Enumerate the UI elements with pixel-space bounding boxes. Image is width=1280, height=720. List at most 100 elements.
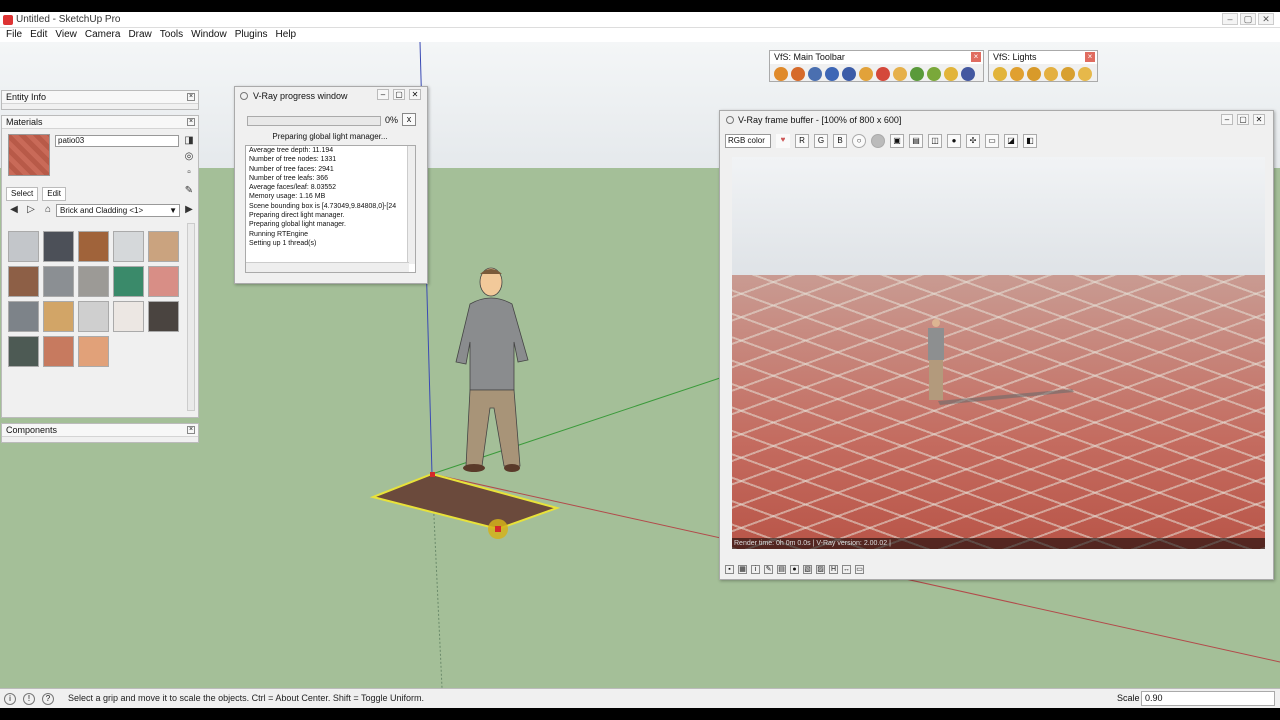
menu-edit[interactable]: Edit [28, 28, 53, 42]
frame-buffer-tool-icon[interactable]: ▤ [777, 565, 786, 574]
components-header[interactable]: Components × [2, 424, 198, 437]
material-swatch[interactable] [43, 336, 74, 367]
menu-file[interactable]: File [4, 28, 28, 42]
frame-buffer-tool-icon[interactable]: ✎ [764, 565, 773, 574]
vfs-toolbar-icon[interactable] [944, 67, 958, 81]
frame-buffer-titlebar[interactable]: V-Ray frame buffer - [100% of 800 x 600]… [720, 111, 1273, 129]
load-image-icon[interactable]: ▤ [909, 134, 923, 148]
help-icon[interactable]: ? [42, 693, 54, 705]
vfs-light-icon[interactable] [1061, 67, 1075, 81]
alpha-channel-icon[interactable]: ○ [852, 134, 866, 148]
menu-window[interactable]: Window [189, 28, 233, 42]
rendered-image[interactable]: Render time: 0h 0m 0.0s | V-Ray version:… [732, 157, 1265, 549]
vfs-toolbar-icon[interactable] [961, 67, 975, 81]
menu-camera[interactable]: Camera [83, 28, 127, 42]
swatch-scrollbar[interactable] [187, 223, 195, 411]
eyedropper-icon[interactable]: ✎ [183, 185, 195, 197]
geo-location-icon[interactable]: i [4, 693, 16, 705]
default-material-icon[interactable]: ◎ [183, 151, 195, 163]
channel-select[interactable]: RGB color [725, 134, 771, 148]
material-swatch[interactable] [78, 336, 109, 367]
red-channel-button[interactable]: R [795, 134, 809, 148]
material-name-field[interactable]: patio03 [55, 135, 179, 147]
material-preview[interactable] [8, 134, 50, 176]
vfs-light-icon[interactable] [993, 67, 1007, 81]
vfs-toolbar-icon[interactable] [774, 67, 788, 81]
vfs-light-icon[interactable] [1027, 67, 1041, 81]
materials-header[interactable]: Materials × [2, 116, 198, 129]
vfs-toolbar-icon[interactable] [842, 67, 856, 81]
frame-buffer-tool-icon[interactable]: i [751, 565, 760, 574]
copy-to-host-icon[interactable]: ▭ [985, 134, 999, 148]
tab-edit[interactable]: Edit [42, 187, 67, 201]
render-log[interactable]: Average tree depth: 11.194 Number of tre… [245, 145, 416, 273]
scale-grip-corner[interactable] [430, 472, 435, 477]
material-swatch[interactable] [78, 231, 109, 262]
material-swatch[interactable] [113, 301, 144, 332]
material-swatch[interactable] [78, 266, 109, 297]
menu-tools[interactable]: Tools [158, 28, 189, 42]
scale-grip[interactable] [495, 526, 501, 532]
frame-buffer-tool-icon[interactable]: ▨ [816, 565, 825, 574]
vfs-light-icon[interactable] [1044, 67, 1058, 81]
measurements-input[interactable]: 0.90 [1141, 691, 1275, 706]
render-region-icon[interactable]: ● [947, 134, 961, 148]
vfs-light-icon[interactable] [1010, 67, 1024, 81]
material-swatch[interactable] [113, 231, 144, 262]
menu-view[interactable]: View [53, 28, 83, 42]
frame-buffer-tool-icon[interactable]: ▭ [855, 565, 864, 574]
frame-buffer-tool-icon[interactable]: ● [790, 565, 799, 574]
entity-info-header[interactable]: Entity Info × [2, 91, 198, 104]
vray-progress-minimize-button[interactable]: – [377, 89, 389, 100]
vfs-main-toolbar-close-icon[interactable]: × [971, 52, 981, 62]
library-select[interactable]: Brick and Cladding <1> ▼ [56, 204, 180, 217]
frame-buffer-maximize-button[interactable]: ▢ [1237, 114, 1249, 125]
stop-render-icon[interactable]: ◧ [1023, 134, 1037, 148]
frame-buffer-tool-icon[interactable]: ▦ [738, 565, 747, 574]
material-swatch[interactable] [78, 301, 109, 332]
vfs-toolbar-icon[interactable] [876, 67, 890, 81]
frame-buffer-minimize-button[interactable]: – [1221, 114, 1233, 125]
frame-buffer-tool-icon[interactable]: ↔ [842, 565, 851, 574]
home-icon[interactable]: ⌂ [42, 204, 54, 215]
frame-buffer-close-button[interactable]: ✕ [1253, 114, 1265, 125]
vfs-toolbar-icon[interactable] [808, 67, 822, 81]
vfs-lights-toolbar-close-icon[interactable]: × [1085, 52, 1095, 62]
maximize-button[interactable]: ▢ [1240, 13, 1256, 25]
material-swatch[interactable] [8, 266, 39, 297]
vfs-lights-toolbar-titlebar[interactable]: VfS: Lights × [989, 51, 1097, 64]
vfs-toolbar-icon[interactable] [893, 67, 907, 81]
vfs-toolbar-icon[interactable] [825, 67, 839, 81]
material-swatch[interactable] [113, 266, 144, 297]
color-picker-icon[interactable]: ♥ [776, 134, 790, 148]
material-swatch[interactable] [43, 266, 74, 297]
frame-buffer-tool-icon[interactable]: ▪ [725, 565, 734, 574]
close-button[interactable]: ✕ [1258, 13, 1274, 25]
vfs-light-icon[interactable] [1078, 67, 1092, 81]
cancel-render-button[interactable]: x [402, 113, 416, 126]
vfs-toolbar-icon[interactable] [791, 67, 805, 81]
back-arrow-icon[interactable]: ◀ [8, 204, 20, 215]
material-swatch[interactable] [43, 301, 74, 332]
mono-channel-icon[interactable] [871, 134, 885, 148]
vray-progress-titlebar[interactable]: V-Ray progress window – ▢ ✕ [235, 87, 427, 105]
minimize-button[interactable]: – [1222, 13, 1238, 25]
entity-info-close-icon[interactable]: × [187, 93, 195, 101]
vfs-toolbar-icon[interactable] [927, 67, 941, 81]
vfs-toolbar-icon[interactable] [859, 67, 873, 81]
details-arrow-icon[interactable]: ▶ [183, 204, 195, 216]
material-swatch[interactable] [8, 336, 39, 367]
log-horizontal-scrollbar[interactable] [246, 262, 409, 272]
save-image-icon[interactable]: ▣ [890, 134, 904, 148]
vfs-main-toolbar-titlebar[interactable]: VfS: Main Toolbar × [770, 51, 983, 64]
patio-plane[interactable] [369, 472, 561, 531]
green-channel-button[interactable]: G [814, 134, 828, 148]
track-mouse-icon[interactable]: ✣ [966, 134, 980, 148]
color-corrections-icon[interactable]: ◪ [1004, 134, 1018, 148]
material-swatch[interactable] [148, 301, 179, 332]
material-swatch[interactable] [43, 231, 74, 262]
material-swatch[interactable] [148, 266, 179, 297]
frame-buffer-tool-icon[interactable]: H [829, 565, 838, 574]
material-swatch[interactable] [148, 231, 179, 262]
credits-icon[interactable]: ! [23, 693, 35, 705]
